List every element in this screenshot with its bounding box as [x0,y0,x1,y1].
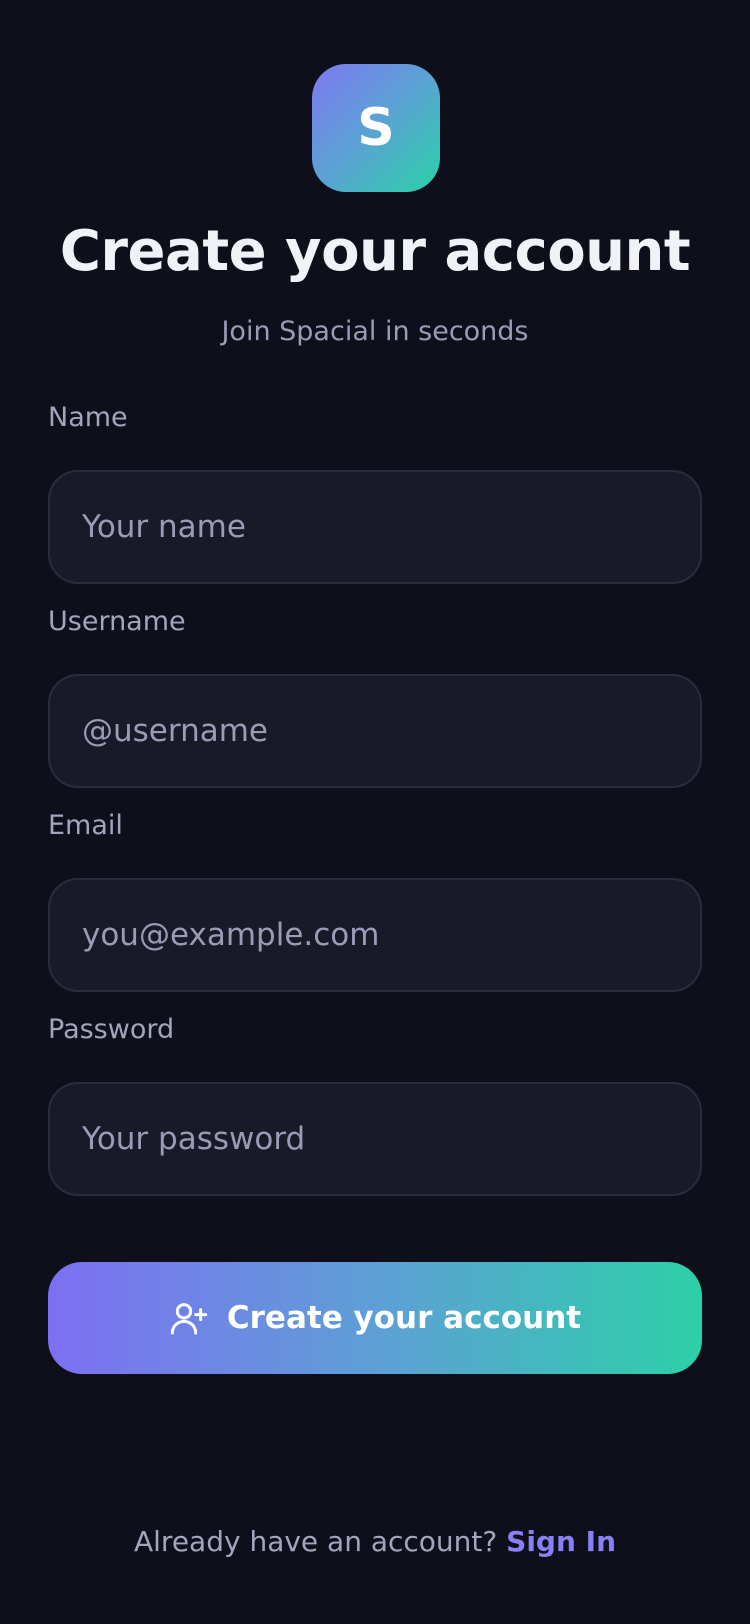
name-input[interactable] [48,470,702,584]
create-account-label: Create your account [226,1300,582,1336]
user-plus-icon [169,1298,209,1338]
signin-prompt-text: Already have an account? [133,1525,498,1558]
username-label: Username [48,606,186,637]
page-subtitle: Join Spacial in seconds [221,316,529,347]
email-label: Email [48,810,123,841]
password-label: Password [48,1014,175,1045]
footer-signin-prompt: Already have an account? Sign In [0,1522,750,1562]
app-logo: S [312,64,440,192]
name-label: Name [48,402,128,433]
page-title: Create your account [59,219,691,284]
password-input[interactable] [48,1082,702,1196]
create-account-button[interactable]: Create your account [48,1262,702,1374]
email-input[interactable] [48,878,702,992]
logo-letter: S [357,98,395,158]
sign-in-link[interactable]: Sign In [506,1525,616,1558]
username-input[interactable] [48,674,702,788]
